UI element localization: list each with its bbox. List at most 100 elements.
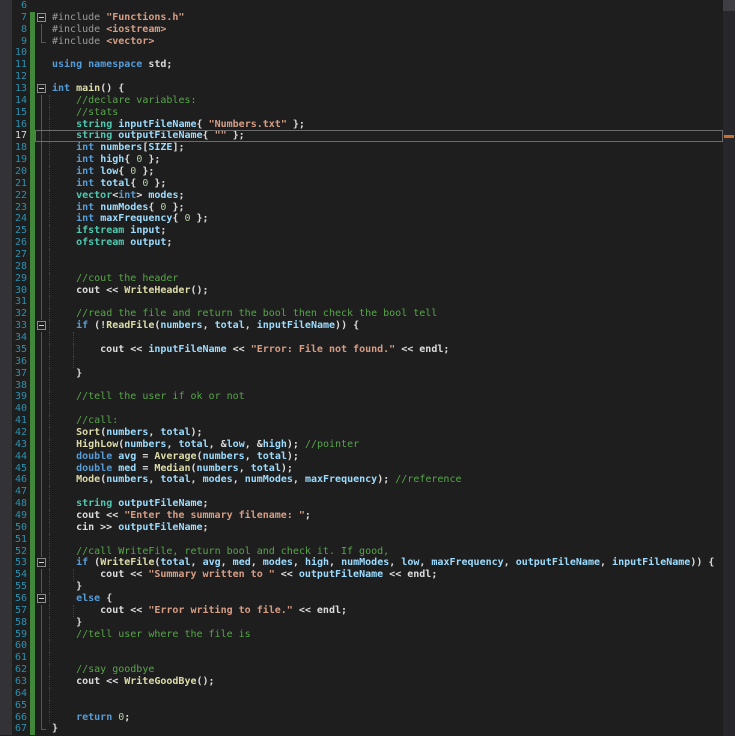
breakpoint-margin[interactable]: [0, 521, 12, 534]
code-line[interactable]: 52 //call WriteFile, return bool and che…: [0, 545, 735, 558]
fold-collapse-icon[interactable]: [37, 593, 46, 603]
line-number[interactable]: 20: [12, 166, 30, 178]
line-number[interactable]: 34: [12, 332, 30, 344]
breakpoint-margin[interactable]: [0, 675, 12, 688]
breakpoint-margin[interactable]: [0, 225, 12, 238]
line-number[interactable]: 41: [12, 415, 30, 427]
line-number[interactable]: 54: [12, 569, 30, 581]
code-line[interactable]: 62 //say goodbye: [0, 664, 735, 676]
breakpoint-margin[interactable]: [0, 320, 12, 333]
line-number[interactable]: 31: [12, 296, 30, 308]
code-line[interactable]: 23 int numModes{ 0 };: [0, 201, 735, 214]
breakpoint-margin[interactable]: [0, 23, 12, 36]
code-line[interactable]: 32 //read the file and return the bool t…: [0, 308, 735, 321]
code-line[interactable]: 12: [0, 71, 735, 84]
line-number[interactable]: 52: [12, 546, 30, 558]
code-line[interactable]: 25 ifstream input;: [0, 225, 735, 238]
breakpoint-margin[interactable]: [0, 450, 12, 463]
code-line[interactable]: 29 //cout the header: [0, 272, 735, 285]
breakpoint-margin[interactable]: [0, 213, 12, 226]
line-number[interactable]: 6: [12, 0, 30, 12]
code-line[interactable]: 64: [0, 687, 735, 700]
line-number[interactable]: 29: [12, 273, 30, 285]
code-line[interactable]: 33 if (!ReadFile(numbers, total, inputFi…: [0, 320, 735, 333]
breakpoint-margin[interactable]: [0, 35, 12, 48]
line-number[interactable]: 26: [12, 237, 30, 249]
breakpoint-margin[interactable]: [0, 201, 12, 214]
code-line[interactable]: 39 //tell the user if ok or not: [0, 391, 735, 404]
breakpoint-margin[interactable]: [0, 545, 12, 558]
code-line[interactable]: 66 return 0;: [0, 711, 735, 724]
code-line[interactable]: 50 cin >> outputFileName;: [0, 521, 735, 534]
breakpoint-margin[interactable]: [0, 166, 12, 178]
code-line[interactable]: 10: [0, 47, 735, 60]
line-number[interactable]: 55: [12, 581, 30, 593]
code-line[interactable]: 31: [0, 296, 735, 309]
line-number[interactable]: 57: [12, 605, 30, 617]
code-line[interactable]: 37 }: [0, 367, 735, 380]
breakpoint-margin[interactable]: [0, 569, 12, 582]
breakpoint-margin[interactable]: [0, 59, 12, 72]
code-line[interactable]: 47: [0, 486, 735, 499]
breakpoint-margin[interactable]: [0, 723, 12, 736]
line-number[interactable]: 66: [12, 712, 30, 724]
code-line[interactable]: 61: [0, 652, 735, 665]
breakpoint-margin[interactable]: [0, 71, 12, 84]
code-line[interactable]: 36: [0, 355, 735, 368]
code-line[interactable]: 21 int total{ 0 };: [0, 177, 735, 190]
code-line[interactable]: 27: [0, 249, 735, 261]
breakpoint-margin[interactable]: [0, 699, 12, 712]
breakpoint-margin[interactable]: [0, 284, 12, 297]
line-number[interactable]: 59: [12, 629, 30, 641]
code-line[interactable]: 19 int high{ 0 };: [0, 154, 735, 167]
breakpoint-margin[interactable]: [0, 426, 12, 439]
breakpoint-margin[interactable]: [0, 581, 12, 593]
line-number[interactable]: 51: [12, 534, 30, 546]
line-number[interactable]: 13: [12, 83, 30, 95]
code-line[interactable]: 59 //tell user where the file is: [0, 628, 735, 641]
code-line[interactable]: 58 }: [0, 616, 735, 629]
code-line[interactable]: 51: [0, 533, 735, 546]
breakpoint-margin[interactable]: [0, 509, 12, 522]
line-number[interactable]: 49: [12, 510, 30, 522]
line-number[interactable]: 46: [12, 474, 30, 486]
line-number[interactable]: 40: [12, 403, 30, 415]
line-number[interactable]: 33: [12, 320, 30, 332]
code-line[interactable]: 13 int main() {: [0, 83, 735, 95]
code-line[interactable]: 57 cout << "Error writing to file." << e…: [0, 604, 735, 617]
code-line[interactable]: 28: [0, 260, 735, 273]
line-number[interactable]: 67: [12, 723, 30, 735]
breakpoint-margin[interactable]: [0, 640, 12, 653]
code-line[interactable]: 24 int maxFrequency{ 0 };: [0, 213, 735, 226]
code-line[interactable]: 54 cout << "Summary written to " << outp…: [0, 569, 735, 582]
code-line[interactable]: 44 double avg = Average(numbers, total);: [0, 450, 735, 463]
line-number[interactable]: 18: [12, 142, 30, 154]
line-number[interactable]: 56: [12, 593, 30, 605]
line-number[interactable]: 15: [12, 107, 30, 119]
line-number[interactable]: 62: [12, 664, 30, 676]
code-line[interactable]: 7 #include "Functions.h": [0, 11, 735, 24]
line-number[interactable]: 39: [12, 391, 30, 403]
code-line[interactable]: 67}: [0, 723, 735, 736]
line-number[interactable]: 7: [12, 12, 30, 24]
line-number[interactable]: 58: [12, 617, 30, 629]
line-number[interactable]: 42: [12, 427, 30, 439]
breakpoint-margin[interactable]: [0, 391, 12, 404]
line-number[interactable]: 28: [12, 261, 30, 273]
line-number[interactable]: 47: [12, 486, 30, 498]
line-number[interactable]: 44: [12, 451, 30, 463]
code-line[interactable]: 45 double med = Median(numbers, total);: [0, 462, 735, 475]
breakpoint-margin[interactable]: [0, 260, 12, 273]
code-line[interactable]: 56 else {: [0, 592, 735, 605]
code-line[interactable]: 55 }: [0, 581, 735, 593]
breakpoint-margin[interactable]: [0, 355, 12, 368]
line-number[interactable]: 19: [12, 154, 30, 166]
line-number[interactable]: 50: [12, 522, 30, 534]
breakpoint-margin[interactable]: [0, 415, 12, 427]
line-number[interactable]: 60: [12, 640, 30, 652]
code-line[interactable]: 41 //call:: [0, 415, 735, 427]
breakpoint-margin[interactable]: [0, 462, 12, 475]
code-line[interactable]: 22 vector<int> modes;: [0, 189, 735, 202]
breakpoint-margin[interactable]: [0, 616, 12, 629]
line-number[interactable]: 43: [12, 439, 30, 451]
